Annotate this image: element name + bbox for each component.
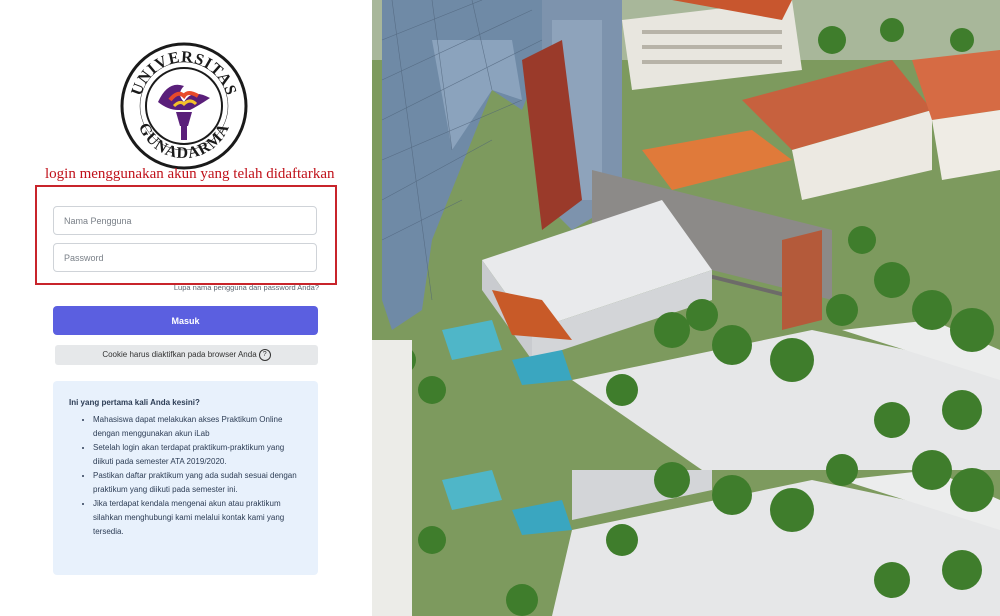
info-item: Pastikan daftar praktikum yang ada sudah… [93, 469, 304, 497]
gunadarma-logo: UNIVERSITAS GUNADARMA [120, 42, 248, 170]
info-title: Ini yang pertama kali Anda kesini? [69, 398, 200, 407]
forgot-password-link[interactable]: Lupa nama pengguna dan password Anda? [174, 283, 319, 292]
username-input[interactable] [53, 206, 317, 235]
info-item: Setelah login akan terdapat praktikum-pr… [93, 441, 304, 469]
login-button[interactable]: Masuk [53, 306, 318, 335]
cookie-notice-label: Cookie harus diaktifkan pada browser And… [102, 350, 257, 360]
info-list: Mahasiswa dapat melakukan akses Praktiku… [69, 413, 304, 539]
question-circle-icon[interactable]: ? [258, 349, 271, 361]
info-panel: Ini yang pertama kali Anda kesini? Mahas… [53, 381, 318, 575]
login-annotation: login menggunakan akun yang telah didaft… [45, 166, 335, 182]
password-input[interactable] [53, 243, 317, 272]
cookie-notice-button[interactable]: Cookie harus diaktifkan pada browser And… [55, 345, 318, 365]
login-panel: UNIVERSITAS GUNADARMA login menggunakan … [0, 0, 372, 616]
info-item: Jika terdapat kendala mengenai akun atau… [93, 497, 304, 539]
info-item: Mahasiswa dapat melakukan akses Praktiku… [93, 413, 304, 441]
campus-background-image [372, 0, 1000, 616]
